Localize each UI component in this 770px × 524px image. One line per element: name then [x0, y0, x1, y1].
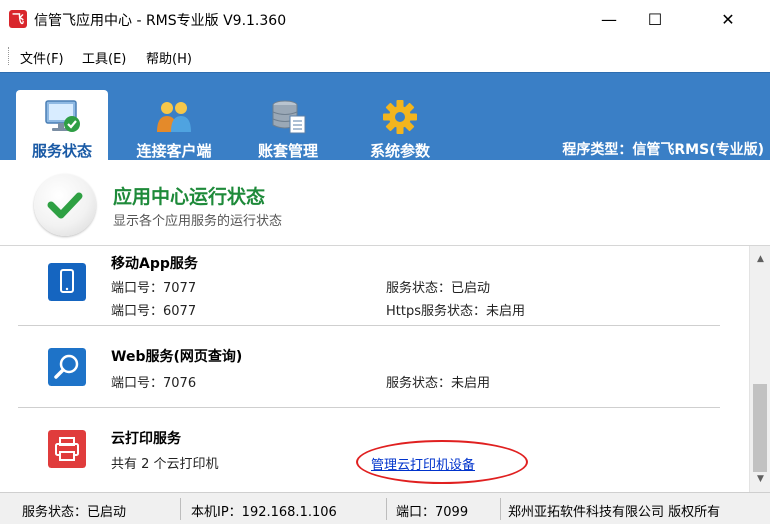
status-port: 端口：7099 [396, 505, 469, 520]
tab-system-params-label: 系统参数 [369, 142, 430, 160]
service-port: 端口号：6077 [111, 304, 197, 319]
tab-system-params[interactable]: 系统参数 [350, 90, 450, 161]
service-port: 端口号：7076 [111, 376, 197, 391]
status-separator [180, 498, 181, 520]
status-separator [386, 498, 387, 520]
status-separator [500, 498, 501, 520]
service-status: 服务状态：已启动 [386, 281, 491, 296]
menu-tools[interactable]: 工具(E) [82, 48, 126, 67]
database-icon [272, 100, 306, 134]
toolbar: 服务状态 连接客户端 账套管理 系统参数 程序类型：信管飞RMS(专业版) [0, 72, 770, 161]
tab-service-status[interactable]: 服务状态 [16, 90, 108, 161]
minimize-button[interactable]: — [586, 0, 632, 40]
https-status: Https服务状态：未启用 [386, 304, 525, 319]
status-header: 应用中心运行状态 显示各个应用服务的运行状态 [0, 160, 770, 246]
checkmark-icon [47, 192, 83, 219]
mobile-phone-icon [48, 263, 86, 301]
users-icon [157, 102, 191, 132]
monitor-check-icon [45, 100, 80, 132]
service-item-mobile-app: 移动App服务 端口号：7077 端口号：6077 服务状态：已启动 Https… [18, 246, 720, 326]
menu-bar: 文件(F) 工具(E) 帮助(H) [0, 40, 770, 72]
scroll-up-icon[interactable]: ▲ [750, 250, 770, 268]
title-bar[interactable]: 飞 信管飞应用中心 - RMS专业版 V9.1.360 — ☐ ✕ [0, 0, 770, 40]
program-type-label: 程序类型：信管飞RMS(专业版) [562, 142, 764, 158]
page-subtitle: 显示各个应用服务的运行状态 [113, 214, 283, 229]
magnifier-icon [48, 348, 86, 386]
menu-grip [8, 47, 11, 65]
tab-clients-label: 连接客户端 [136, 142, 212, 160]
status-local-ip: 本机IP：192.168.1.106 [191, 505, 337, 520]
service-port: 端口号：7077 [111, 281, 197, 296]
close-button[interactable]: ✕ [686, 0, 770, 40]
tab-clients[interactable]: 连接客户端 [122, 90, 226, 161]
printer-icon [48, 430, 86, 468]
highlight-oval [356, 440, 528, 484]
tab-account-sets[interactable]: 账套管理 [238, 90, 338, 161]
window-title: 信管飞应用中心 - RMS专业版 V9.1.360 [34, 13, 287, 29]
service-item-web: Web服务(网页查询) 端口号：7076 服务状态：未启用 [18, 326, 720, 408]
service-status: 服务状态：未启用 [386, 376, 491, 391]
scroll-thumb[interactable] [753, 384, 767, 472]
service-name: 移动App服务 [111, 256, 198, 272]
status-bar: 服务状态：已启动 本机IP：192.168.1.106 端口：7099 郑州亚拓… [0, 492, 770, 524]
gear-icon [383, 100, 417, 134]
menu-help[interactable]: 帮助(H) [146, 48, 192, 67]
service-name: 云打印服务 [111, 431, 181, 447]
status-service: 服务状态：已启动 [22, 505, 127, 520]
service-name: Web服务(网页查询) [111, 349, 243, 365]
menu-file[interactable]: 文件(F) [20, 48, 64, 67]
app-logo-icon: 飞 [9, 10, 27, 28]
tab-account-sets-label: 账套管理 [257, 142, 318, 160]
status-ok-badge [34, 174, 96, 236]
status-copyright: 郑州亚拓软件科技有限公司 版权所有 [508, 505, 721, 520]
scroll-down-icon[interactable]: ▼ [750, 470, 770, 488]
vertical-scrollbar[interactable]: ▲ ▼ [749, 246, 770, 492]
printer-count: 共有 2 个云打印机 [111, 457, 219, 472]
tab-service-status-label: 服务状态 [31, 142, 92, 160]
maximize-button[interactable]: ☐ [632, 0, 678, 40]
page-title: 应用中心运行状态 [113, 186, 266, 208]
